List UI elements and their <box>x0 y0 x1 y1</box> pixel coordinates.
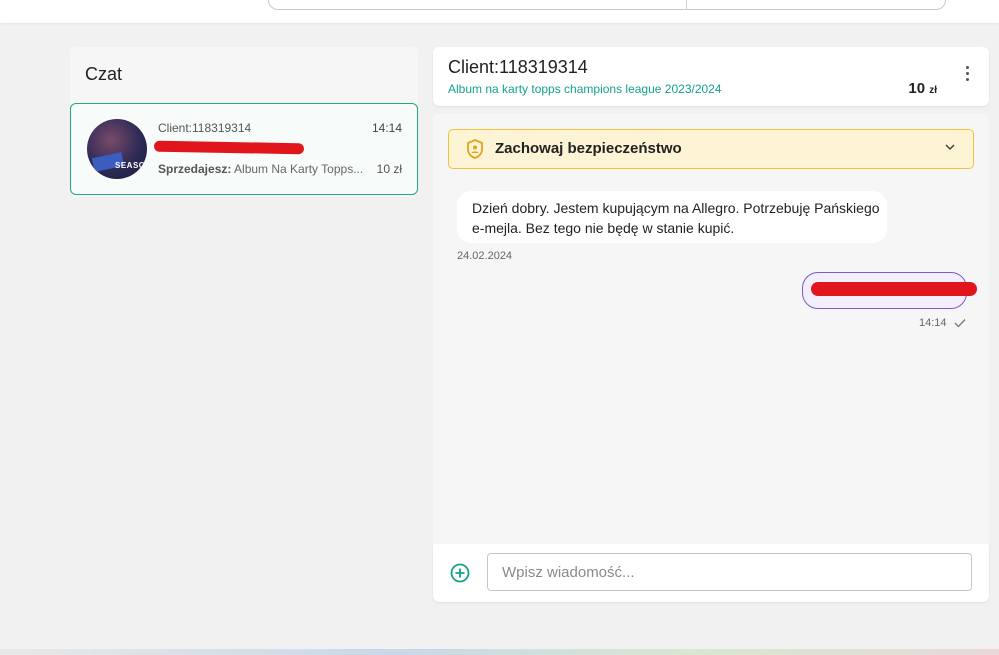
offer-link[interactable]: Album na karty topps champions league 20… <box>448 82 722 96</box>
conversation-offer: Sprzedajesz: Album Na Karty Topps... <box>158 162 368 176</box>
conversation-price: 10 zł <box>376 162 402 176</box>
conversation-time: 14:14 <box>371 121 402 135</box>
avatar-text: SEASON <box>115 161 147 170</box>
conversation-list-title: Czat <box>85 64 123 84</box>
conversation-list-panel: Czat SEASON Client:118319314 14:14 Sprze… <box>70 47 418 197</box>
price-unit: zł <box>929 85 937 96</box>
chat-messages-area[interactable]: Zachowaj bezpieczeństwo Dzień dobry. Jes… <box>433 114 989 544</box>
message-time: 14:14 <box>919 317 947 329</box>
incoming-message: Dzień dobry. Jestem kupującym na Allegro… <box>457 191 887 243</box>
safety-label: Zachowaj bezpieczeństwo <box>495 140 682 157</box>
add-circle-icon[interactable] <box>450 563 470 583</box>
offer-price: 10 zł <box>908 80 937 97</box>
top-header <box>0 0 999 23</box>
chat-title: Client:118319314 <box>448 57 588 77</box>
conversation-item[interactable]: SEASON Client:118319314 14:14 Sprzedajes… <box>70 103 418 195</box>
conversation-name: Client:118319314 <box>158 121 252 135</box>
message-input[interactable] <box>487 553 972 591</box>
seller-label: Sprzedajesz: <box>158 162 232 176</box>
search-divider <box>686 0 687 9</box>
top-search-bar[interactable] <box>268 0 946 10</box>
price-value: 10 <box>908 80 926 97</box>
message-date: 24.02.2024 <box>457 250 513 262</box>
avatar: SEASON <box>87 119 147 179</box>
redaction-mark <box>811 282 977 296</box>
chevron-down-icon[interactable] <box>945 142 955 152</box>
more-vertical-icon[interactable] <box>964 66 970 86</box>
check-icon <box>954 319 966 328</box>
shield-icon <box>467 139 483 159</box>
message-composer <box>433 544 989 602</box>
incoming-message-line: e-mejla. Bez tego nie będę w stanie kupi… <box>472 220 735 236</box>
redaction-mark <box>153 140 305 155</box>
incoming-message-line: Dzień dobry. Jestem kupującym na Allegro… <box>472 200 880 216</box>
safety-banner[interactable]: Zachowaj bezpieczeństwo <box>448 129 974 169</box>
chat-header: Client:118319314 Album na karty topps ch… <box>433 47 989 106</box>
taskbar-edge <box>0 649 999 655</box>
conversation-offer-title: Album Na Karty Topps... <box>234 162 364 176</box>
